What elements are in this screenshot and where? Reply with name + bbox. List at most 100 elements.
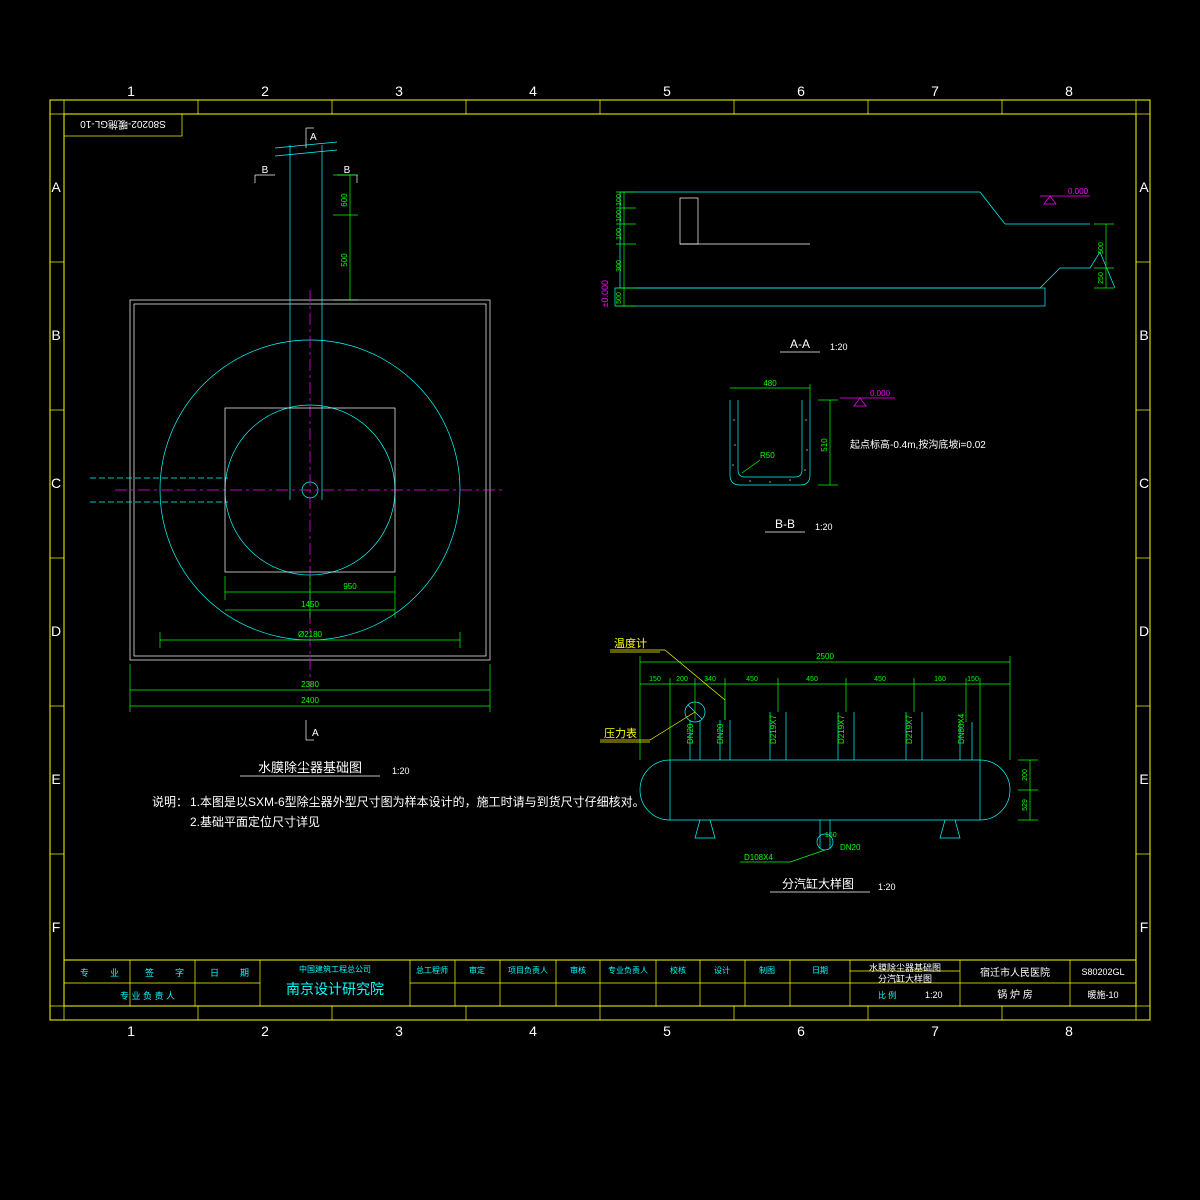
svg-text:水膜除尘器基础图: 水膜除尘器基础图 [869,962,941,973]
svg-text:F: F [52,919,61,935]
svg-text:字: 字 [175,967,184,978]
svg-text:5: 5 [663,83,671,99]
svg-text:200: 200 [676,676,688,683]
svg-text:C: C [51,475,61,491]
svg-text:日期: 日期 [812,966,828,975]
section-b: 480 510 R50 0.000 起点标高-0.4m,按沟底坡i=0.02 B… [730,379,986,532]
svg-text:宿迁市人民医院: 宿迁市人民医院 [980,966,1050,979]
svg-text:±0.000: ±0.000 [600,280,610,307]
svg-text:DN20: DN20 [686,723,695,744]
svg-text:分汽缸大样图: 分汽缸大样图 [782,876,854,891]
svg-text:A: A [312,728,319,739]
svg-text:B: B [262,165,269,176]
svg-text:4: 4 [529,83,537,99]
svg-text:温度计: 温度计 [614,636,647,650]
svg-text:B: B [51,327,60,343]
svg-text:签: 签 [145,967,154,978]
grid-labels-right: A B C D E F [1139,179,1149,935]
svg-text:150: 150 [649,676,661,683]
svg-text:2380: 2380 [301,680,319,689]
grid-labels-left: A B C D E F [51,179,61,935]
svg-text:4: 4 [529,1023,537,1039]
svg-text:南京设计研究院: 南京设计研究院 [286,981,384,997]
svg-text:起点标高-0.4m,按沟底坡i=0.02: 起点标高-0.4m,按沟底坡i=0.02 [850,438,986,451]
drawing-svg: 1 2 3 4 5 6 7 8 1 2 3 4 5 6 7 8 A B C D … [0,0,1200,1200]
plan-title: 水膜除尘器基础图 [258,760,362,775]
section-a: 100 100 100 300 500 ±0.000 500 250 0.000… [600,187,1115,352]
svg-text:450: 450 [874,676,886,683]
svg-text:制图: 制图 [759,965,775,975]
svg-text:1:20: 1:20 [815,522,833,532]
svg-text:B-B: B-B [775,517,795,531]
svg-text:1.本图是以SXM-6型除尘器外型尺寸图为样本设计的，施工时: 1.本图是以SXM-6型除尘器外型尺寸图为样本设计的，施工时请与到货尺寸仔细核对… [190,794,645,809]
svg-text:审核: 审核 [570,965,586,975]
steam-cylinder: 2500 150 200 340 450 450 450 160 150 200… [600,636,1038,892]
svg-text:600: 600 [340,193,349,207]
svg-text:期: 期 [240,968,249,978]
svg-text:500: 500 [616,292,623,304]
svg-text:1:20: 1:20 [392,766,410,776]
svg-text:E: E [1139,771,1148,787]
svg-text:2400: 2400 [301,696,319,705]
svg-text:100: 100 [616,194,623,206]
svg-text:B: B [344,165,351,176]
svg-text:950: 950 [343,582,357,591]
svg-text:中国建筑工程总公司: 中国建筑工程总公司 [299,964,371,974]
svg-text:250: 250 [1098,272,1105,284]
svg-text:专业负责人: 专业负责人 [608,965,648,975]
svg-text:D219X7: D219X7 [769,715,778,744]
grid-labels-bottom: 1 2 3 4 5 6 7 8 [127,1023,1073,1039]
svg-text:340: 340 [704,676,716,683]
svg-text:日: 日 [210,968,219,978]
svg-text:3: 3 [395,1023,403,1039]
svg-text:Ø2180: Ø2180 [298,630,323,639]
svg-text:2: 2 [261,1023,269,1039]
svg-text:说明：: 说明： [152,794,188,809]
svg-text:100: 100 [616,210,623,222]
svg-text:150: 150 [825,832,837,839]
svg-text:D108X4: D108X4 [744,853,773,862]
svg-text:7: 7 [931,83,939,99]
svg-text:锅 炉 房: 锅 炉 房 [997,988,1033,1001]
svg-text:2: 2 [261,83,269,99]
svg-text:529: 529 [1022,799,1029,811]
grid-labels-top: 1 2 3 4 5 6 7 8 [127,83,1073,99]
svg-text:100: 100 [616,228,623,240]
svg-text:分汽缸大样图: 分汽缸大样图 [878,973,932,984]
svg-text:500: 500 [340,253,349,267]
svg-text:300: 300 [616,260,623,272]
svg-text:D: D [51,623,61,639]
svg-text:1450: 1450 [301,600,319,609]
svg-text:2.基础平面定位尺寸详见: 2.基础平面定位尺寸详见 [190,814,320,829]
svg-text:160: 160 [934,676,946,683]
svg-text:500: 500 [1098,242,1105,254]
svg-text:510: 510 [820,438,829,452]
svg-text:设计: 设计 [714,965,730,975]
svg-text:150: 150 [967,676,979,683]
svg-text:项目负责人: 项目负责人 [508,965,548,975]
svg-text:业: 业 [110,968,119,978]
svg-text:1:20: 1:20 [878,882,896,892]
svg-text:总工程师: 总工程师 [416,965,448,975]
svg-text:专 业 负 责 人: 专 业 负 责 人 [120,990,175,1001]
plan-view: B B A 600 500 950 1450 Ø2180 2380 2400 A [90,128,505,776]
svg-text:200: 200 [1022,769,1029,781]
svg-text:DN20: DN20 [716,723,725,744]
svg-text:1:20: 1:20 [925,990,943,1000]
svg-text:2500: 2500 [816,652,834,661]
svg-text:450: 450 [806,676,818,683]
svg-text:6: 6 [797,1023,805,1039]
svg-text:0.000: 0.000 [870,389,891,398]
svg-text:D219X7: D219X7 [837,715,846,744]
grid-ticks [50,100,1150,1020]
svg-text:5: 5 [663,1023,671,1039]
svg-text:6: 6 [797,83,805,99]
svg-text:1: 1 [127,1023,135,1039]
svg-text:0.000: 0.000 [1068,187,1089,196]
svg-text:3: 3 [395,83,403,99]
svg-text:1:20: 1:20 [830,342,848,352]
svg-text:A-A: A-A [790,337,810,351]
svg-text:DN80X4: DN80X4 [957,713,966,744]
drawing-id-text: S80202-暖施GL-10 [80,118,166,131]
svg-text:D: D [1139,623,1149,639]
